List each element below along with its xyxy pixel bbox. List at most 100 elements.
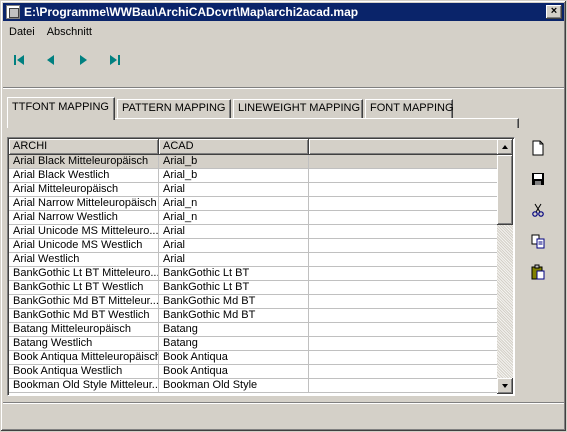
- empty-cell[interactable]: [309, 169, 499, 183]
- acad-cell[interactable]: Batang: [159, 323, 309, 337]
- acad-cell[interactable]: Arial_n: [159, 197, 309, 211]
- empty-cell[interactable]: [309, 239, 499, 253]
- archi-cell[interactable]: BankGothic Lt BT Mitteleuro...: [9, 267, 159, 281]
- archi-cell[interactable]: Arial Black Mitteleuropäisch: [9, 155, 159, 169]
- table-row[interactable]: Arial Narrow Mitteleuropäisch Arial_n: [9, 197, 499, 211]
- tab-pattern-mapping[interactable]: PATTERN MAPPING: [117, 99, 231, 118]
- table-row[interactable]: Arial Unicode MS Mitteleuro... Arial: [9, 225, 499, 239]
- table-row[interactable]: Arial Westlich Arial: [9, 253, 499, 267]
- archi-cell[interactable]: Arial Unicode MS Mitteleuro...: [9, 225, 159, 239]
- archi-cell[interactable]: Arial Westlich: [9, 253, 159, 267]
- acad-cell[interactable]: Book Antiqua: [159, 351, 309, 365]
- acad-cell[interactable]: Arial_n: [159, 211, 309, 225]
- table-row[interactable]: Batang Mitteleuropäisch Batang: [9, 323, 499, 337]
- empty-cell[interactable]: [309, 211, 499, 225]
- acad-cell[interactable]: Arial: [159, 239, 309, 253]
- next-record-button[interactable]: [71, 49, 95, 71]
- tab-font-mapping[interactable]: FONT MAPPING: [365, 99, 454, 118]
- table-row[interactable]: Arial Unicode MS Westlich Arial: [9, 239, 499, 253]
- archi-cell[interactable]: Arial Mitteleuropäisch: [9, 183, 159, 197]
- empty-cell[interactable]: [309, 197, 499, 211]
- skip-last-icon: [110, 55, 120, 65]
- acad-cell[interactable]: Bookman Old Style: [159, 379, 309, 393]
- empty-cell[interactable]: [309, 323, 499, 337]
- acad-cell[interactable]: Arial_b: [159, 155, 309, 169]
- copy-button[interactable]: [526, 230, 550, 252]
- acad-cell[interactable]: Batang: [159, 337, 309, 351]
- table-row[interactable]: Arial Narrow Westlich Arial_n: [9, 211, 499, 225]
- acad-cell[interactable]: BankGothic Md BT: [159, 295, 309, 309]
- menu-abschnitt[interactable]: Abschnitt: [41, 26, 98, 38]
- paste-icon: [531, 264, 545, 280]
- app-window: E:\Programme\WWBau\ArchiCADcvrt\Map\arch…: [0, 0, 567, 432]
- acad-cell[interactable]: BankGothic Lt BT: [159, 267, 309, 281]
- empty-cell[interactable]: [309, 225, 499, 239]
- archi-cell[interactable]: Arial Narrow Mitteleuropäisch: [9, 197, 159, 211]
- empty-cell[interactable]: [309, 295, 499, 309]
- tab-lineweight-mapping[interactable]: LINEWEIGHT MAPPING: [233, 99, 363, 118]
- acad-cell[interactable]: BankGothic Md BT: [159, 309, 309, 323]
- status-bar: [3, 402, 564, 404]
- archi-cell[interactable]: Bookman Old Style Mitteleur...: [9, 379, 159, 393]
- empty-cell[interactable]: [309, 309, 499, 323]
- scroll-thumb[interactable]: [497, 155, 513, 225]
- empty-cell[interactable]: [309, 351, 499, 365]
- scroll-up-button[interactable]: [497, 139, 513, 155]
- empty-cell[interactable]: [309, 379, 499, 393]
- acad-cell[interactable]: Arial: [159, 183, 309, 197]
- table-row[interactable]: BankGothic Lt BT Westlich BankGothic Lt B…: [9, 281, 499, 295]
- last-record-button[interactable]: [103, 49, 127, 71]
- table-row[interactable]: Book Antiqua Westlich Book Antiqua: [9, 365, 499, 379]
- table-row[interactable]: Batang Westlich Batang: [9, 337, 499, 351]
- archi-cell[interactable]: BankGothic Md BT Westlich: [9, 309, 159, 323]
- table-row[interactable]: BankGothic Lt BT Mitteleuro... BankGothic…: [9, 267, 499, 281]
- empty-cell[interactable]: [309, 253, 499, 267]
- acad-cell[interactable]: BankGothic Lt BT: [159, 281, 309, 295]
- empty-cell[interactable]: [309, 281, 499, 295]
- acad-cell[interactable]: Arial: [159, 225, 309, 239]
- new-document-icon: [532, 140, 544, 156]
- paste-button[interactable]: [526, 261, 550, 283]
- column-header-acad[interactable]: ACAD: [159, 139, 309, 155]
- empty-cell[interactable]: [309, 365, 499, 379]
- save-button[interactable]: [526, 168, 550, 190]
- menu-datei[interactable]: Datei: [3, 26, 41, 38]
- archi-cell[interactable]: Arial Narrow Westlich: [9, 211, 159, 225]
- archi-cell[interactable]: Book Antiqua Westlich: [9, 365, 159, 379]
- archi-cell[interactable]: Batang Mitteleuropäisch: [9, 323, 159, 337]
- table-row[interactable]: BankGothic Md BT Mitteleur... BankGothic …: [9, 295, 499, 309]
- previous-record-button[interactable]: [39, 49, 63, 71]
- table-row[interactable]: Bookman Old Style Mitteleur... Bookman Ol…: [9, 379, 499, 393]
- cut-icon: [532, 203, 544, 217]
- empty-cell[interactable]: [309, 155, 499, 169]
- column-header-empty[interactable]: [309, 139, 499, 155]
- acad-cell[interactable]: Arial_b: [159, 169, 309, 183]
- save-icon: [532, 173, 544, 185]
- empty-cell[interactable]: [309, 267, 499, 281]
- table-row[interactable]: Arial Black Westlich Arial_b: [9, 169, 499, 183]
- acad-cell[interactable]: Arial: [159, 253, 309, 267]
- column-header-archi[interactable]: ARCHI: [9, 139, 159, 155]
- archi-cell[interactable]: BankGothic Lt BT Westlich: [9, 281, 159, 295]
- empty-cell[interactable]: [309, 337, 499, 351]
- first-record-button[interactable]: [7, 49, 31, 71]
- archi-cell[interactable]: Arial Black Westlich: [9, 169, 159, 183]
- table-row[interactable]: Book Antiqua Mitteleuropäisch Book Antiqu…: [9, 351, 499, 365]
- tab-ttfont-mapping[interactable]: TTFONT MAPPING: [7, 97, 115, 120]
- archi-cell[interactable]: Batang Westlich: [9, 337, 159, 351]
- vertical-scrollbar[interactable]: [497, 139, 513, 394]
- archi-cell[interactable]: Book Antiqua Mitteleuropäisch: [9, 351, 159, 365]
- close-button[interactable]: ×: [546, 5, 562, 19]
- empty-cell[interactable]: [309, 183, 499, 197]
- archi-cell[interactable]: Arial Unicode MS Westlich: [9, 239, 159, 253]
- acad-cell[interactable]: Book Antiqua: [159, 365, 309, 379]
- table-row[interactable]: BankGothic Md BT Westlich BankGothic Md B…: [9, 309, 499, 323]
- archi-cell[interactable]: BankGothic Md BT Mitteleur...: [9, 295, 159, 309]
- cut-button[interactable]: [526, 199, 550, 221]
- mapping-grid[interactable]: ARCHI ACAD Arial Black Mitteleuropäisch A…: [7, 137, 515, 396]
- scroll-down-button[interactable]: [497, 378, 513, 394]
- title-bar[interactable]: E:\Programme\WWBau\ArchiCADcvrt\Map\arch…: [3, 3, 564, 21]
- table-row[interactable]: Arial Mitteleuropäisch Arial: [9, 183, 499, 197]
- new-document-button[interactable]: [526, 137, 550, 159]
- table-row[interactable]: Arial Black Mitteleuropäisch Arial_b: [9, 155, 499, 169]
